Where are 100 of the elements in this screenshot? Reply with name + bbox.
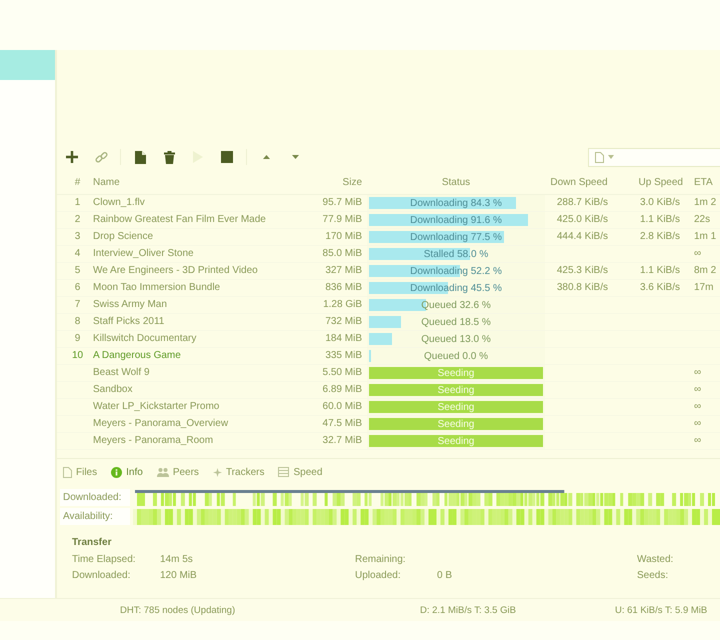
field-label: Time Elapsed:: [72, 553, 137, 567]
torrent-name[interactable]: Rainbow Greatest Fan Film Ever Made: [88, 212, 305, 228]
torrent-size: 1.28 GiB: [322, 298, 363, 312]
up-speed: 1.1 KiB/s: [638, 264, 681, 278]
row-number: 4: [74, 247, 82, 261]
row-number: 1: [74, 196, 82, 210]
torrent-name[interactable]: Swiss Army Man: [88, 297, 305, 313]
torrent-size: 6.89 MiB: [322, 383, 363, 397]
eta: 1m 2: [693, 196, 718, 210]
torrent-size: 95.7 MiB: [322, 196, 363, 210]
upload-status: U: 61 KiB/s T: 5.9 MiB: [615, 604, 708, 616]
detail-tab[interactable]: Files: [63, 466, 98, 478]
status-text: Seeding: [436, 366, 476, 380]
document-icon: [134, 150, 146, 164]
torrent-name[interactable]: Staff Picks 2011: [88, 314, 305, 330]
eta: ∞: [693, 383, 702, 397]
row-number: 10: [70, 349, 84, 363]
eta: ∞: [693, 434, 702, 448]
torrent-name[interactable]: We Are Engineers - 3D Printed Video: [88, 263, 305, 279]
pieces-label: Downloaded:: [60, 489, 130, 506]
caret-icon: [608, 155, 614, 159]
detail-tab[interactable]: Peers: [156, 466, 199, 478]
torrent-size: 47.5 MiB: [322, 417, 363, 431]
trash-icon: [164, 150, 174, 164]
torrent-name[interactable]: Meyers - Panorama_Room: [88, 433, 305, 449]
field-label: Wasted:: [637, 553, 674, 567]
up-speed: 2.8 KiB/s: [638, 230, 681, 244]
info-icon: [111, 466, 122, 478]
row-number: 2: [74, 213, 82, 227]
row-number: 8: [74, 315, 82, 329]
torrent-name[interactable]: Interview_Oliver Stone: [88, 246, 305, 262]
torrent-size: 60.0 MiB: [322, 400, 363, 414]
column-header[interactable]: Size: [305, 177, 367, 188]
eta: ∞: [693, 366, 702, 380]
section-title: Transfer: [72, 536, 112, 550]
field-label: Downloaded:: [72, 569, 132, 583]
torrent-name[interactable]: Killswitch Documentary: [88, 331, 305, 347]
column-header[interactable]: Up Speed: [613, 177, 685, 188]
star-icon: [212, 468, 222, 476]
column-header[interactable]: Down Speed: [545, 177, 613, 188]
detail-tab[interactable]: Speed: [278, 466, 322, 478]
detail-tab[interactable]: Trackers: [212, 466, 264, 478]
up-arrow-icon: [262, 155, 270, 159]
filter-field[interactable]: [588, 148, 720, 166]
down-speed: 425.0 KiB/s: [556, 213, 609, 227]
detail-tab[interactable]: Info: [111, 466, 143, 478]
document-icon: [595, 152, 604, 162]
down-speed: 288.7 KiB/s: [556, 196, 609, 210]
plus-icon: [66, 151, 78, 163]
dht-status: DHT: 785 nodes (Updating): [120, 604, 236, 616]
status-text: Queued 13.0 %: [420, 332, 492, 346]
status-text: Seeding: [436, 434, 476, 448]
torrent-size: 32.7 MiB: [322, 434, 363, 448]
torrent-name[interactable]: Moon Tao Immersion Bundle: [88, 280, 305, 296]
link-icon: [94, 150, 108, 164]
status-text: Queued 0.0 %: [423, 350, 489, 364]
status-text: Downloading 91.6 %: [409, 214, 503, 228]
column-header[interactable]: #: [67, 177, 88, 188]
torrent-size: 732 MiB: [324, 315, 363, 329]
status-text: Seeding: [436, 400, 476, 414]
torrent-name[interactable]: Water LP_Kickstarter Promo: [88, 399, 305, 415]
torrent-size: 85.0 MiB: [322, 247, 363, 261]
torrent-size: 836 MiB: [324, 281, 363, 295]
row-number: 9: [74, 332, 82, 346]
document-icon: [63, 466, 72, 478]
torrent-name[interactable]: Clown_1.flv: [88, 195, 305, 211]
torrent-size: 335 MiB: [324, 349, 363, 363]
torrent-size: 77.9 MiB: [322, 213, 363, 227]
torrent-size: 327 MiB: [324, 264, 363, 278]
status-text: Seeding: [436, 418, 476, 432]
eta: ∞: [693, 417, 702, 431]
status-text: Queued 18.5 %: [420, 316, 492, 330]
up-speed: 1.1 KiB/s: [638, 213, 681, 227]
torrent-size: 5.50 MiB: [322, 366, 363, 380]
field-value: 14m 5s: [160, 553, 194, 567]
torrent-name[interactable]: Beast Wolf 9: [88, 365, 305, 381]
field-label: Uploaded:: [355, 569, 402, 583]
stop-icon: [221, 151, 233, 163]
people-icon: [156, 467, 169, 477]
eta: 8m 2: [693, 264, 718, 278]
down-arrow-icon: [292, 155, 298, 159]
row-number: 3: [74, 230, 82, 244]
download-status: D: 2.1 MiB/s T: 3.5 GiB: [420, 604, 517, 616]
down-speed: 380.8 KiB/s: [556, 281, 609, 295]
status-text: Downloading 77.5 %: [409, 230, 503, 244]
list-icon: [278, 467, 290, 477]
up-speed: 3.0 KiB/s: [638, 196, 681, 210]
status-text: Downloading 84.3 %: [409, 196, 503, 210]
field-label: Remaining:: [355, 553, 407, 567]
torrent-name[interactable]: Sandbox: [88, 382, 305, 398]
torrent-name[interactable]: A Dangerous Game: [88, 348, 305, 364]
column-header[interactable]: Status: [367, 177, 545, 188]
torrent-name[interactable]: Meyers - Panorama_Overview: [88, 416, 305, 432]
row-number: 6: [74, 281, 82, 295]
torrent-size: 184 MiB: [324, 332, 363, 346]
column-header[interactable]: ETA: [685, 177, 720, 188]
torrent-name[interactable]: Drop Science: [88, 229, 305, 245]
pieces-label: Availability:: [60, 508, 130, 525]
column-header[interactable]: Name: [88, 177, 305, 188]
row-number: 5: [74, 264, 82, 278]
